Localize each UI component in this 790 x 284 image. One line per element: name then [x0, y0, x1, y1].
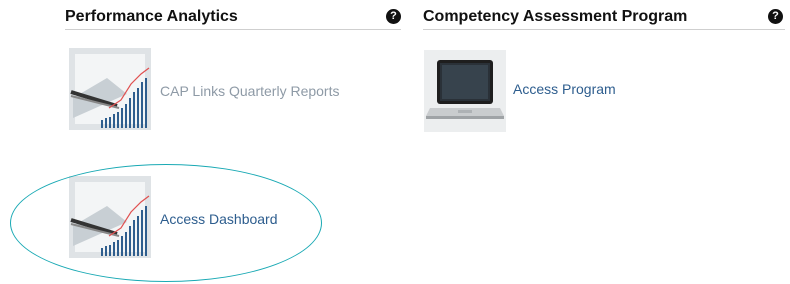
help-icon[interactable]: ?: [386, 9, 401, 24]
access-dashboard-link[interactable]: Access Dashboard: [160, 211, 278, 227]
performance-analytics-title: Performance Analytics: [65, 8, 238, 25]
laptop-icon[interactable]: [424, 50, 506, 132]
performance-analytics-header: Performance Analytics ?: [65, 6, 401, 30]
report-chart-pen-icon[interactable]: [69, 176, 151, 258]
help-icon[interactable]: ?: [768, 9, 783, 24]
competency-assessment-header: Competency Assessment Program ?: [423, 6, 785, 30]
cap-links-quarterly-reports-link[interactable]: CAP Links Quarterly Reports: [160, 83, 339, 99]
report-chart-pen-icon[interactable]: [69, 48, 151, 130]
competency-assessment-title: Competency Assessment Program: [423, 8, 688, 25]
access-program-link[interactable]: Access Program: [513, 81, 616, 97]
